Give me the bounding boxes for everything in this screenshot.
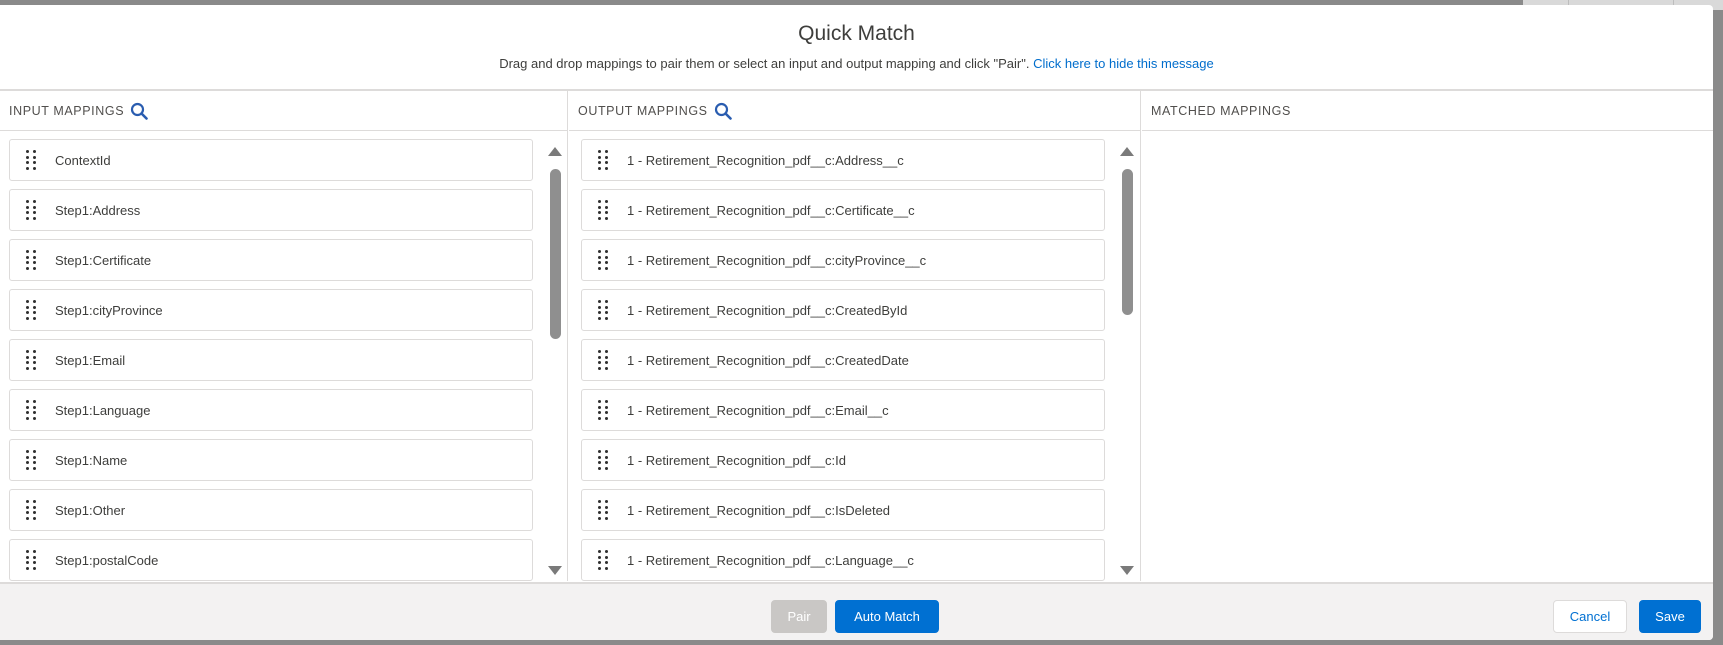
drag-handle-icon[interactable] xyxy=(598,500,610,520)
mapping-item[interactable]: ContextId xyxy=(9,139,533,181)
drag-handle-icon[interactable] xyxy=(26,200,38,220)
drag-handle-icon[interactable] xyxy=(598,550,610,570)
mapping-item[interactable]: 1 - Retirement_Recognition_pdf__c:Id xyxy=(581,439,1105,481)
scroll-up-arrow-icon[interactable] xyxy=(1120,147,1134,156)
drag-handle-icon[interactable] xyxy=(598,250,610,270)
mapping-item[interactable]: 1 - Retirement_Recognition_pdf__c:cityPr… xyxy=(581,239,1105,281)
mapping-item[interactable]: Step1:postalCode xyxy=(9,539,533,581)
mapping-item[interactable]: Step1:Email xyxy=(9,339,533,381)
mapping-item[interactable]: 1 - Retirement_Recognition_pdf__c:Create… xyxy=(581,289,1105,331)
quick-match-modal: Quick Match Drag and drop mappings to pa… xyxy=(0,5,1713,640)
mapping-item[interactable]: Step1:Language xyxy=(9,389,533,431)
mapping-item-label: Step1:postalCode xyxy=(55,552,159,568)
mapping-item-label: 1 - Retirement_Recognition_pdf__c:Email_… xyxy=(627,402,889,418)
mapping-item[interactable]: Step1:Name xyxy=(9,439,533,481)
mapping-item[interactable]: 1 - Retirement_Recognition_pdf__c:Create… xyxy=(581,339,1105,381)
search-icon[interactable] xyxy=(130,102,148,120)
instructions-text: Drag and drop mappings to pair them or s… xyxy=(499,56,1030,71)
output-scrollbar[interactable] xyxy=(1120,147,1134,575)
drag-handle-icon[interactable] xyxy=(598,150,610,170)
drag-handle-icon[interactable] xyxy=(26,350,38,370)
scroll-down-arrow-icon[interactable] xyxy=(1120,566,1134,575)
drag-handle-icon[interactable] xyxy=(26,400,38,420)
mapping-item-label: Step1:Email xyxy=(55,352,126,368)
mapping-item[interactable]: 1 - Retirement_Recognition_pdf__c:Certif… xyxy=(581,189,1105,231)
input-mappings-list: ContextId Step1:Address Step1:Certificate S… xyxy=(9,139,533,589)
input-mappings-column: INPUT MAPPINGS ContextId Step1:Address Ste… xyxy=(0,91,568,581)
pair-button[interactable]: Pair xyxy=(771,600,827,633)
drag-handle-icon[interactable] xyxy=(26,550,38,570)
mapping-item-label: ContextId xyxy=(55,152,111,168)
mapping-item[interactable]: Step1:Address xyxy=(9,189,533,231)
mapping-item-label: 1 - Retirement_Recognition_pdf__c:Id xyxy=(627,452,846,468)
mapping-item-label: Step1:Address xyxy=(55,202,141,218)
search-icon[interactable] xyxy=(714,102,732,120)
modal-footer: Pair Auto Match Cancel Save xyxy=(0,582,1713,640)
modal-title: Quick Match xyxy=(798,22,915,45)
matched-mappings-header: MATCHED MAPPINGS xyxy=(1142,91,1713,131)
drag-handle-icon[interactable] xyxy=(26,450,38,470)
drag-handle-icon[interactable] xyxy=(26,300,38,320)
mapping-item[interactable]: 1 - Retirement_Recognition_pdf__c:Email_… xyxy=(581,389,1105,431)
matched-mappings-column: MATCHED MAPPINGS xyxy=(1142,91,1713,581)
scroll-down-arrow-icon[interactable] xyxy=(548,566,562,575)
mapping-item-label: 1 - Retirement_Recognition_pdf__c:IsDele… xyxy=(627,502,891,518)
output-mappings-header: OUTPUT MAPPINGS xyxy=(569,91,1140,131)
input-mappings-header: INPUT MAPPINGS xyxy=(0,91,567,131)
mapping-item[interactable]: Step1:Other xyxy=(9,489,533,531)
mapping-item-label: Step1:Other xyxy=(55,502,126,518)
matched-mappings-title: MATCHED MAPPINGS xyxy=(1151,103,1291,118)
mapping-item-label: Step1:Language xyxy=(55,402,151,418)
scroll-up-arrow-icon[interactable] xyxy=(548,147,562,156)
mapping-item-label: 1 - Retirement_Recognition_pdf__c:Certif… xyxy=(627,202,915,218)
matched-mappings-dropzone[interactable] xyxy=(1151,139,1675,569)
save-button[interactable]: Save xyxy=(1639,600,1701,633)
drag-handle-icon[interactable] xyxy=(26,150,38,170)
mapping-item-label: 1 - Retirement_Recognition_pdf__c:Addres… xyxy=(627,152,904,168)
mapping-item-label: Step1:cityProvince xyxy=(55,302,163,318)
mapping-item[interactable]: 1 - Retirement_Recognition_pdf__c:Addres… xyxy=(581,139,1105,181)
output-mappings-list: 1 - Retirement_Recognition_pdf__c:Addres… xyxy=(581,139,1105,589)
mapping-item[interactable]: Step1:cityProvince xyxy=(9,289,533,331)
mapping-item-label: Step1:Name xyxy=(55,452,128,468)
mapping-item-label: 1 - Retirement_Recognition_pdf__c:cityPr… xyxy=(627,252,927,268)
drag-handle-icon[interactable] xyxy=(598,350,610,370)
scrollbar-thumb[interactable] xyxy=(1122,169,1133,315)
cancel-button[interactable]: Cancel xyxy=(1553,600,1627,633)
mapping-item-label: 1 - Retirement_Recognition_pdf__c:Langua… xyxy=(627,552,914,568)
modal-instructions: Drag and drop mappings to pair them or s… xyxy=(0,56,1713,71)
modal-header: Quick Match Drag and drop mappings to pa… xyxy=(0,5,1713,91)
input-scrollbar[interactable] xyxy=(548,147,562,575)
drag-handle-icon[interactable] xyxy=(598,400,610,420)
mapping-item[interactable]: 1 - Retirement_Recognition_pdf__c:IsDele… xyxy=(581,489,1105,531)
mapping-item-label: 1 - Retirement_Recognition_pdf__c:Create… xyxy=(627,302,908,318)
mapping-item-label: 1 - Retirement_Recognition_pdf__c:Create… xyxy=(627,352,909,368)
input-mappings-title: INPUT MAPPINGS xyxy=(9,103,125,118)
mapping-item-label: Step1:Certificate xyxy=(55,252,152,268)
output-mappings-title: OUTPUT MAPPINGS xyxy=(578,103,708,118)
auto-match-button[interactable]: Auto Match xyxy=(835,600,939,633)
mapping-item[interactable]: Step1:Certificate xyxy=(9,239,533,281)
drag-handle-icon[interactable] xyxy=(598,450,610,470)
drag-handle-icon[interactable] xyxy=(598,300,610,320)
scrollbar-thumb[interactable] xyxy=(550,169,561,339)
hide-message-link[interactable]: Click here to hide this message xyxy=(1033,56,1214,71)
output-mappings-column: OUTPUT MAPPINGS 1 - Retirement_Recogniti… xyxy=(569,91,1141,581)
drag-handle-icon[interactable] xyxy=(26,250,38,270)
drag-handle-icon[interactable] xyxy=(598,200,610,220)
drag-handle-icon[interactable] xyxy=(26,500,38,520)
mapping-item[interactable]: 1 - Retirement_Recognition_pdf__c:Langua… xyxy=(581,539,1105,581)
